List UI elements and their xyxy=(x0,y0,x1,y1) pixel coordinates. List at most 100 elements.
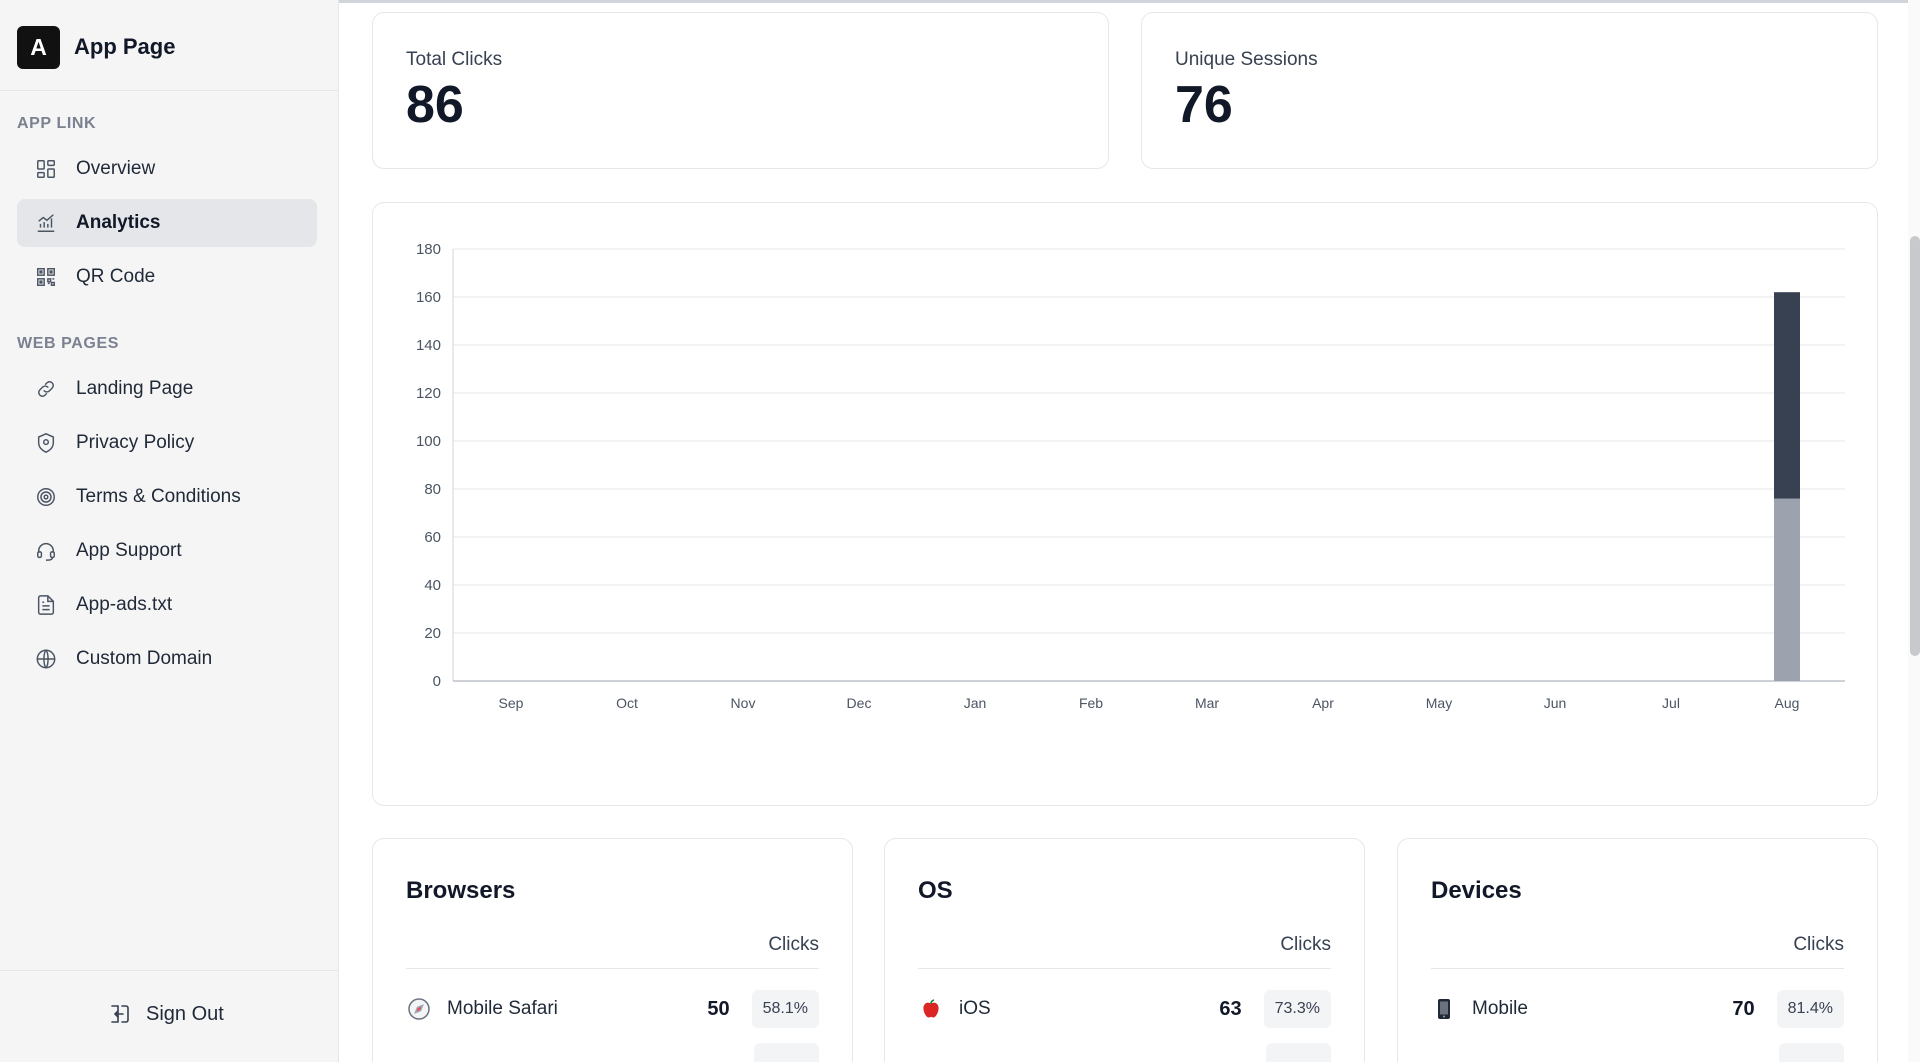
sidebar-item-label: Overview xyxy=(76,158,156,179)
column-header: Clicks xyxy=(768,934,819,955)
sidebar-item-app-support[interactable]: App Support xyxy=(17,527,317,575)
row-percent: 58.1% xyxy=(751,990,819,1028)
divider xyxy=(406,968,819,969)
x-tick-label: Jan xyxy=(964,695,987,711)
analytics-chart-card: 0 20 40 60 80 100 120 140 160 180 Sep Oct Nov Dec Jan F… xyxy=(372,202,1878,960)
stat-card-unique-sessions: Unique Sessions 76 xyxy=(1141,12,1878,169)
shield-icon xyxy=(35,432,57,454)
sign-out-label: Sign Out xyxy=(146,1002,224,1025)
divider xyxy=(918,968,1331,969)
analytics-chart: 0 20 40 60 80 100 120 140 160 180 Sep Oct Nov Dec Jan F… xyxy=(416,241,1845,711)
x-tick-label: Sep xyxy=(499,695,524,711)
grid-icon xyxy=(35,158,57,180)
os-panel: OS Clicks iOS 63 73.3% xyxy=(884,838,1365,1062)
x-tick-label: Feb xyxy=(1079,695,1103,711)
compass-icon xyxy=(406,996,432,1022)
mobile-phone-icon xyxy=(1431,996,1457,1022)
brand[interactable]: A App Page xyxy=(17,25,175,69)
sign-out-icon xyxy=(111,1005,129,1023)
row-percent-placeholder xyxy=(754,1043,819,1062)
y-tick-label: 160 xyxy=(416,289,441,306)
sidebar-item-terms-conditions[interactable]: Terms & Conditions xyxy=(17,473,317,521)
section-label-web-pages: WEB PAGES xyxy=(17,335,120,352)
x-tick-label: Jul xyxy=(1662,695,1680,711)
panel-title: Devices xyxy=(1431,877,1522,904)
sidebar-item-label: Custom Domain xyxy=(76,648,213,669)
table-row[interactable]: iOS 63 73.3% xyxy=(918,987,1331,1031)
scrollbar-thumb[interactable] xyxy=(1910,236,1920,656)
table-row[interactable]: Mobile Safari 50 58.1% xyxy=(406,987,819,1031)
y-tick-label: 60 xyxy=(424,529,441,546)
sidebar-item-label: Terms & Conditions xyxy=(76,486,241,507)
x-tick-label: Aug xyxy=(1775,695,1800,711)
y-tick-label: 0 xyxy=(433,673,441,690)
devices-panel: Devices Clicks Mobile 70 81.4% xyxy=(1397,838,1878,1062)
x-tick-label: Mar xyxy=(1195,695,1219,711)
sidebar-item-label: Privacy Policy xyxy=(76,432,195,453)
table-row xyxy=(406,1037,819,1062)
stat-label: Total Clicks xyxy=(406,49,503,70)
sidebar-item-label: App Support xyxy=(76,540,182,561)
x-tick-label: May xyxy=(1426,695,1452,711)
bar-clicks xyxy=(1774,292,1800,499)
sidebar-item-landing-page[interactable]: Landing Page xyxy=(17,365,317,413)
globe-icon xyxy=(35,648,57,670)
row-name: Mobile Safari xyxy=(447,998,558,1019)
table-row[interactable]: Mobile 70 81.4% xyxy=(1431,987,1844,1031)
sidebar-item-overview[interactable]: Overview xyxy=(17,145,317,193)
app-name: App Page xyxy=(74,34,176,59)
sidebar-item-custom-domain[interactable]: Custom Domain xyxy=(17,635,317,683)
app-logo: A xyxy=(17,25,60,69)
panel-title: Browsers xyxy=(406,877,516,904)
x-tick-label: Nov xyxy=(731,695,756,711)
stat-card-total-clicks: Total Clicks 86 xyxy=(372,12,1109,169)
bar-chart-icon xyxy=(35,212,57,234)
bar-sessions xyxy=(1774,498,1800,681)
browsers-panel: Browsers Clicks Mobile Safari 50 58.1% xyxy=(372,838,853,1062)
row-count: 50 xyxy=(707,997,730,1020)
table-row xyxy=(1431,1037,1844,1062)
sidebar-item-label: Analytics xyxy=(76,212,161,233)
sidebar-item-analytics[interactable]: Analytics xyxy=(17,199,317,247)
sidebar: A App Page APP LINK Overview Analytics Q… xyxy=(0,0,339,1062)
divider xyxy=(0,90,339,91)
headset-icon xyxy=(35,540,57,562)
y-tick-label: 100 xyxy=(416,433,441,450)
y-tick-label: 20 xyxy=(424,625,441,642)
x-tick-label: Apr xyxy=(1312,695,1334,711)
y-tick-label: 40 xyxy=(424,577,441,594)
row-percent-placeholder xyxy=(1266,1043,1331,1062)
sidebar-item-qr-code[interactable]: QR Code xyxy=(17,253,317,301)
stat-label: Unique Sessions xyxy=(1175,49,1318,70)
divider xyxy=(1431,968,1844,969)
x-tick-label: Dec xyxy=(847,695,872,711)
qr-code-icon xyxy=(35,266,57,288)
x-tick-label: Jun xyxy=(1544,695,1567,711)
sidebar-item-label: Landing Page xyxy=(76,378,194,399)
stat-value: 86 xyxy=(406,76,464,134)
stat-value: 76 xyxy=(1175,76,1233,134)
link-icon xyxy=(35,378,57,400)
table-row xyxy=(918,1037,1331,1062)
row-name: iOS xyxy=(959,998,991,1019)
panel-title: OS xyxy=(918,877,953,904)
row-name: Mobile xyxy=(1472,998,1528,1019)
x-tick-label: Oct xyxy=(616,695,638,711)
y-tick-label: 120 xyxy=(416,385,441,402)
sidebar-item-label: QR Code xyxy=(76,266,156,287)
section-label-app-link: APP LINK xyxy=(17,115,97,132)
app-root: A App Page APP LINK Overview Analytics Q… xyxy=(0,0,1920,1062)
y-tick-label: 80 xyxy=(424,481,441,498)
row-count: 70 xyxy=(1732,997,1755,1020)
sign-out-button[interactable]: Sign Out xyxy=(108,1002,224,1026)
badge-icon xyxy=(35,486,57,508)
sidebar-item-label: App-ads.txt xyxy=(76,594,173,615)
y-tick-label: 180 xyxy=(416,241,441,258)
row-percent: 73.3% xyxy=(1263,990,1331,1028)
y-tick-label: 140 xyxy=(416,337,441,354)
row-count: 63 xyxy=(1219,997,1242,1020)
sidebar-item-app-ads[interactable]: App-ads.txt xyxy=(17,581,317,629)
sidebar-item-privacy-policy[interactable]: Privacy Policy xyxy=(17,419,317,467)
apple-icon xyxy=(918,996,944,1022)
row-percent: 81.4% xyxy=(1776,990,1844,1028)
